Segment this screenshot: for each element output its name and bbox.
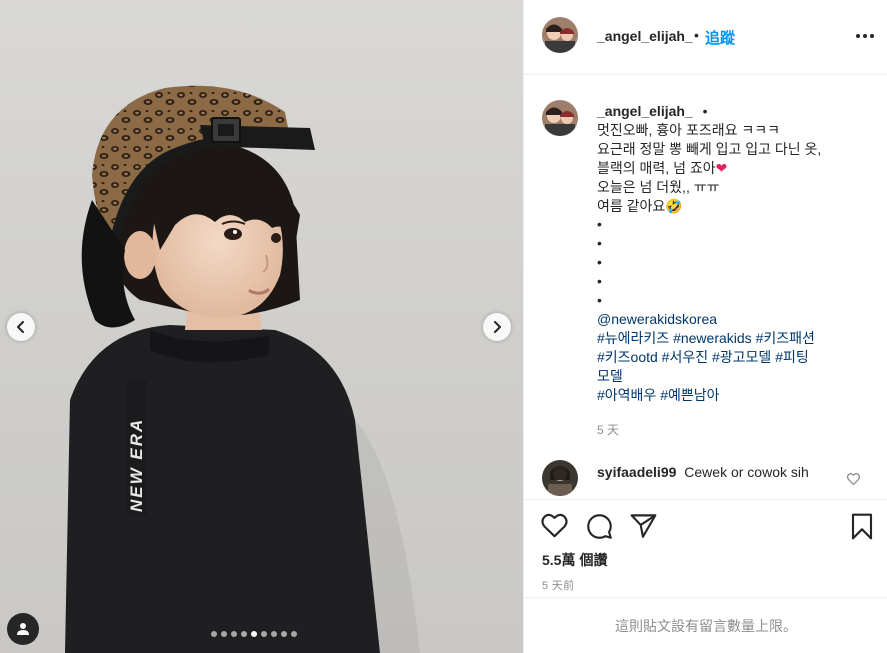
carousel-dot [221, 631, 227, 637]
hashtag-line[interactable]: 모델 [597, 367, 877, 386]
caption-timestamp[interactable]: 5 天 [597, 421, 619, 438]
hashtag-line[interactable]: #뉴에라키즈 #newerakids #키즈패션 [597, 329, 877, 348]
chevron-left-icon [17, 321, 24, 333]
follow-button[interactable]: 追蹤 [705, 27, 735, 48]
sweater-print: NEW ERA [127, 418, 146, 512]
carousel-dot [291, 631, 297, 637]
previous-photo-button[interactable] [7, 313, 35, 341]
tagged-users-button[interactable] [7, 613, 39, 645]
paper-plane-icon [630, 514, 657, 538]
share-button[interactable] [630, 513, 657, 541]
post-media[interactable]: NEW ERA [0, 0, 523, 653]
caption-line: • [597, 216, 602, 233]
next-photo-button[interactable] [483, 313, 511, 341]
avatar-image [542, 17, 578, 53]
heart-icon [541, 513, 568, 538]
separator-dot: • [694, 27, 699, 43]
comment-icon [587, 514, 612, 539]
avatar-image [542, 100, 578, 136]
caption-line: 블랙의 매력, 넘 죠아 [597, 159, 716, 176]
caption-avatar[interactable] [542, 100, 578, 136]
comments-limited-notice: 這則貼文設有留言數量上限。 [524, 597, 887, 653]
caption-username[interactable]: _angel_elijah_ [597, 103, 693, 119]
comment: syifaadeli99 Cewek or cowok sih [597, 464, 809, 480]
heart-outline-icon [846, 473, 861, 486]
caption-line: • [597, 292, 602, 309]
more-options-button[interactable] [855, 26, 875, 49]
person-icon [17, 623, 29, 635]
carousel-dot [271, 631, 277, 637]
carousel-dot [241, 631, 247, 637]
chevron-right-icon [494, 321, 501, 333]
avatar[interactable] [542, 17, 578, 53]
carousel-dot [251, 631, 257, 637]
like-count-value: 5.5萬 [542, 552, 576, 568]
comment-like-button[interactable] [846, 472, 861, 488]
hashtag-line[interactable]: #아역배우 #예쁜남아 [597, 386, 877, 405]
carousel-dot [211, 631, 217, 637]
laughing-emoji-icon: 🤣 [665, 197, 683, 214]
caption-line: • [597, 235, 602, 252]
comment-button[interactable] [586, 513, 613, 543]
post-author-username[interactable]: _angel_elijah_ [597, 28, 693, 44]
separator-dot: • [702, 103, 708, 119]
commenter-username[interactable]: syifaadeli99 [597, 464, 676, 480]
post-caption: _angel_elijah_ • 멋진오빠, 흉아 포즈래요 ㅋㅋㅋ 요근래 정… [597, 102, 877, 405]
hashtag-line[interactable]: #키즈ootd #서우진 #광고모델 #피팅 [597, 348, 877, 367]
mention-link[interactable]: @newerakidskorea [597, 310, 877, 329]
caption-line: 여름 같아요 [597, 197, 666, 214]
avatar-image [542, 460, 578, 496]
caption-line: 요근래 정말 뽕 빼게 입고 입고 다닌 옷, [597, 140, 822, 157]
save-button[interactable] [850, 513, 874, 543]
carousel-indicator [211, 631, 297, 637]
carousel-dot [231, 631, 237, 637]
like-button[interactable] [541, 513, 568, 541]
caption-line: 멋진오빠, 흉아 포즈래요 ㅋㅋㅋ [597, 121, 780, 138]
caption-line: • [597, 273, 602, 290]
comment-text: Cewek or cowok sih [684, 464, 809, 480]
post-photo: NEW ERA [65, 85, 420, 653]
caption-line: 오늘은 넘 더웠,, ㅠㅠ [597, 178, 720, 195]
post-actions: 5.5萬 個讚 5 天前 [524, 499, 887, 597]
post-sidebar: _angel_elijah_ • 追蹤 _angel_elijah_ • 멋진오… [523, 0, 887, 653]
like-count-label: 個讚 [579, 552, 608, 568]
commenter-avatar[interactable] [542, 460, 578, 496]
like-count[interactable]: 5.5萬 個讚 [542, 550, 607, 570]
bookmark-icon [851, 513, 873, 540]
post-header: _angel_elijah_ • 追蹤 [524, 0, 887, 75]
post-timestamp[interactable]: 5 天前 [542, 577, 574, 593]
heart-emoji-icon: ❤ [715, 159, 728, 176]
carousel-dot [281, 631, 287, 637]
caption-line: • [597, 254, 602, 271]
carousel-dot [261, 631, 267, 637]
more-options-icon [856, 34, 874, 38]
